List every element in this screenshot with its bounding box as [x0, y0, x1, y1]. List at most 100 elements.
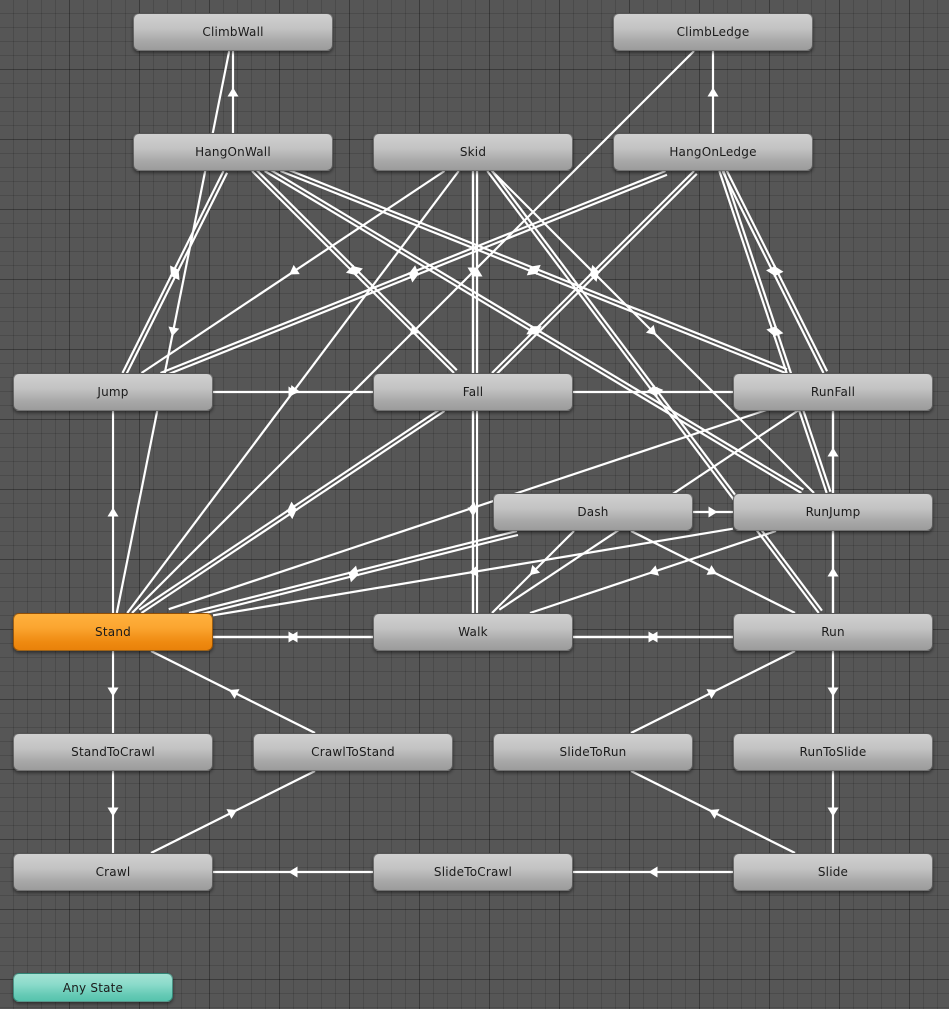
transition-line[interactable]: [281, 166, 788, 371]
state-node-label: Walk: [458, 625, 488, 639]
transition-line[interactable]: [189, 533, 519, 618]
transition-arrowhead: [706, 689, 718, 699]
transition-line[interactable]: [212, 527, 734, 617]
state-node-standtocrawl[interactable]: StandToCrawl: [13, 733, 213, 771]
transition-line[interactable]: [161, 173, 668, 378]
transition-arrowhead: [530, 264, 541, 276]
transition-line[interactable]: [494, 173, 698, 377]
transition-line[interactable]: [491, 530, 575, 614]
transition-line[interactable]: [254, 167, 458, 371]
animator-state-machine-canvas[interactable]: ClimbWall ClimbLedge HangOnWall Skid HangOnL…: [0, 0, 949, 1009]
state-node-fall[interactable]: Fall: [373, 373, 573, 411]
state-node-climbledge[interactable]: ClimbLedge: [613, 13, 813, 51]
transition-arrowhead: [708, 809, 720, 819]
transition-arrowhead: [227, 87, 239, 97]
state-node-runtoslide[interactable]: RunToSlide: [733, 733, 933, 771]
state-node-label: HangOnLedge: [669, 145, 757, 159]
transition-arrowhead: [471, 267, 483, 277]
state-node-label: RunFall: [810, 385, 856, 399]
state-node-slidetorun[interactable]: SlideToRun: [493, 733, 693, 771]
transition-line[interactable]: [718, 170, 828, 494]
transition-arrowhead: [706, 565, 718, 575]
transition-line[interactable]: [125, 172, 229, 376]
transition-arrowhead: [408, 265, 420, 276]
transition-arrowhead: [107, 687, 119, 697]
transition-line[interactable]: [140, 170, 446, 374]
transition-arrowhead: [409, 324, 421, 336]
state-node-stand[interactable]: Stand: [13, 613, 213, 651]
transition-line[interactable]: [725, 168, 829, 372]
state-node-runjump[interactable]: RunJump: [733, 493, 933, 531]
transition-arrowhead: [288, 866, 298, 878]
state-node-label: Fall: [462, 385, 484, 399]
transition-line[interactable]: [160, 169, 666, 375]
transition-arrowhead: [168, 326, 180, 337]
state-node-label: StandToCrawl: [71, 745, 155, 759]
transition-line[interactable]: [140, 410, 446, 614]
state-node-climbwall[interactable]: ClimbWall: [133, 13, 333, 51]
transition-arrowhead: [290, 385, 301, 396]
transition-arrowhead: [526, 324, 537, 335]
transition-line[interactable]: [722, 169, 832, 493]
state-node-dash[interactable]: Dash: [493, 493, 693, 531]
state-node-runfall[interactable]: RunFall: [733, 373, 933, 411]
transition-line[interactable]: [491, 170, 815, 494]
state-node-anystate[interactable]: Any State: [13, 973, 173, 1002]
state-node-label: Stand: [95, 625, 131, 639]
state-node-slide[interactable]: Slide: [733, 853, 933, 891]
transition-arrowhead: [648, 631, 658, 643]
transition-arrowhead: [107, 507, 119, 517]
transition-arrowhead: [648, 565, 660, 576]
transition-line[interactable]: [529, 529, 777, 615]
state-node-label: Slide: [817, 865, 849, 879]
transition-line[interactable]: [188, 529, 518, 615]
state-node-crawltostand[interactable]: CrawlToStand: [253, 733, 453, 771]
transition-arrowhead: [827, 567, 839, 577]
transition-line[interactable]: [630, 770, 796, 854]
state-node-label: SlideToCrawl: [433, 865, 513, 879]
state-node-label: HangOnWall: [195, 145, 271, 159]
state-node-hangonledge[interactable]: HangOnLedge: [613, 133, 813, 171]
transition-arrowhead: [289, 264, 300, 275]
state-node-walk[interactable]: Walk: [373, 613, 573, 651]
transition-arrowhead: [345, 264, 357, 276]
transition-line[interactable]: [630, 530, 796, 614]
transition-line[interactable]: [150, 650, 316, 734]
state-node-slidetocrawl[interactable]: SlideToCrawl: [373, 853, 573, 891]
transition-arrowhead: [348, 565, 359, 577]
transition-arrowhead: [287, 501, 298, 512]
state-node-label: Skid: [459, 145, 487, 159]
state-node-jump[interactable]: Jump: [13, 373, 213, 411]
transition-arrowhead: [773, 266, 784, 277]
transition-arrowhead: [467, 267, 479, 277]
transition-arrowhead: [352, 265, 363, 277]
transition-line[interactable]: [491, 170, 695, 374]
transition-line[interactable]: [280, 169, 786, 375]
transition-arrowhead: [169, 269, 180, 281]
state-node-run[interactable]: Run: [733, 613, 933, 651]
transition-line[interactable]: [630, 650, 796, 734]
transition-arrowhead: [648, 631, 658, 643]
transition-line[interactable]: [266, 166, 804, 491]
transition-arrowhead: [645, 385, 656, 396]
transition-line[interactable]: [264, 170, 802, 494]
transition-arrowhead: [467, 501, 478, 512]
state-node-crawl[interactable]: Crawl: [13, 853, 213, 891]
state-node-label: ClimbLedge: [676, 25, 750, 39]
transition-arrowhead: [708, 506, 718, 518]
state-node-label: Jump: [97, 385, 129, 399]
state-node-skid[interactable]: Skid: [373, 133, 573, 171]
transition-line[interactable]: [251, 170, 455, 374]
transition-line[interactable]: [721, 170, 825, 374]
transition-arrowhead: [645, 324, 657, 336]
transition-arrowhead: [827, 447, 839, 457]
transition-arrowhead: [170, 265, 180, 277]
transition-arrowhead: [766, 325, 777, 337]
state-node-hangonwall[interactable]: HangOnWall: [133, 133, 333, 171]
transition-line[interactable]: [150, 770, 316, 854]
transition-line[interactable]: [138, 406, 443, 611]
transition-arrowhead: [648, 866, 658, 878]
transition-line[interactable]: [121, 170, 225, 374]
transition-arrowhead: [589, 264, 601, 276]
transition-arrowhead: [226, 809, 238, 819]
